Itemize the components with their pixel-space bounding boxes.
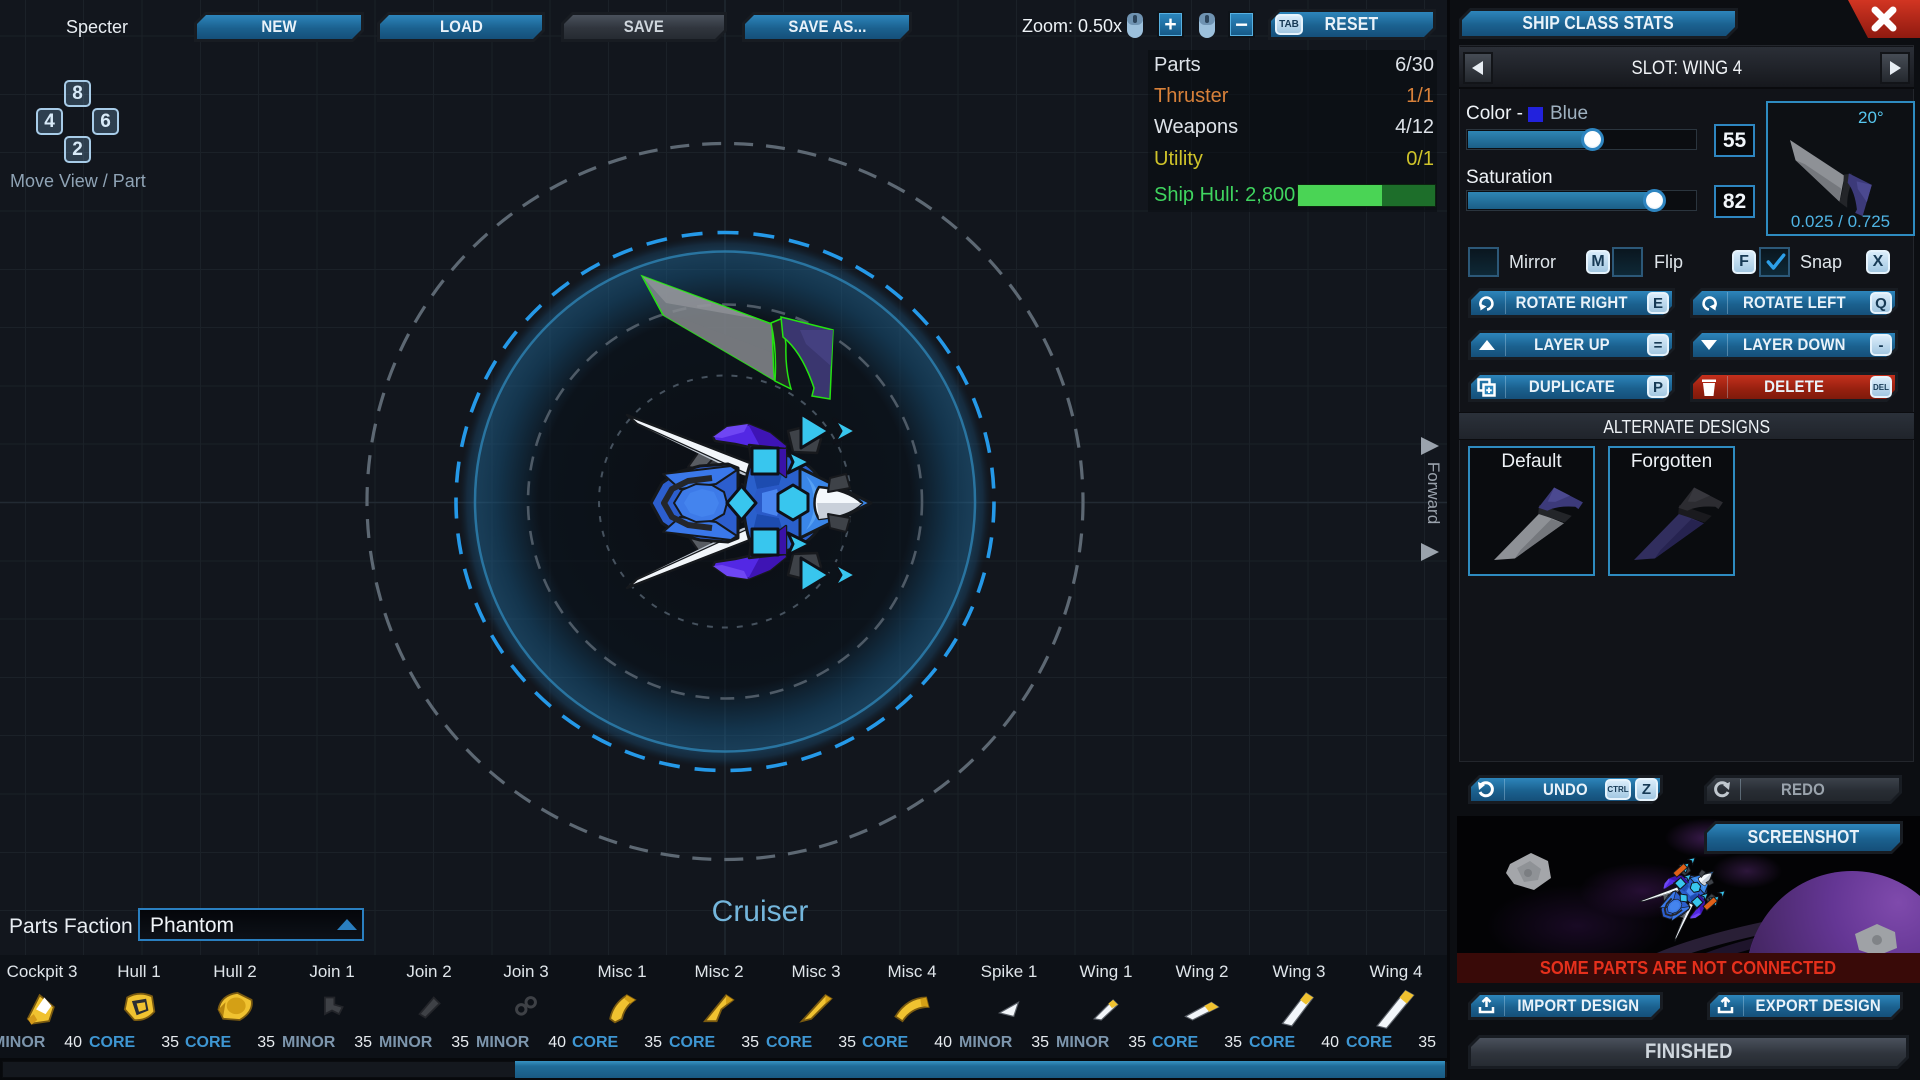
svg-text:Forward: Forward xyxy=(1424,462,1443,524)
